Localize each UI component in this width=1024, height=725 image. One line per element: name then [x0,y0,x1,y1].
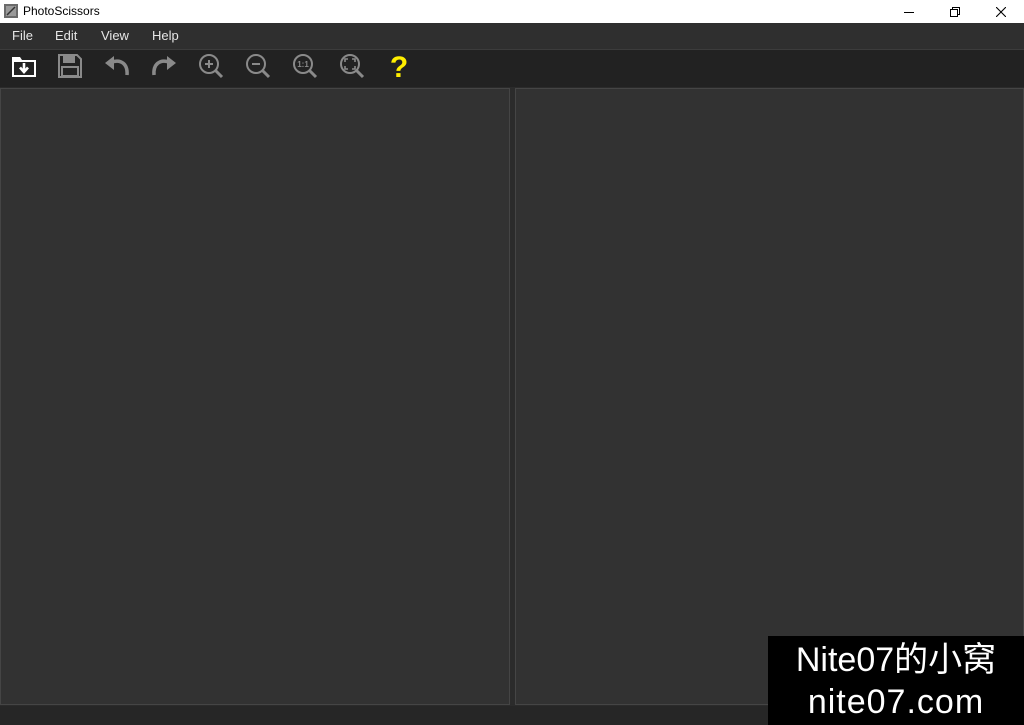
zoom-actual-label: 1:1 [297,60,309,69]
menu-edit[interactable]: Edit [55,28,77,44]
save-icon [58,53,82,83]
zoom-fit-icon [339,53,365,84]
save-button[interactable] [55,53,85,83]
restore-button[interactable] [932,0,978,23]
window-title: PhotoScissors [23,4,100,18]
open-button[interactable] [9,53,39,83]
menu-bar: File Edit View Help [0,23,1024,50]
menu-view[interactable]: View [101,28,129,44]
help-icon: ? [389,51,409,84]
undo-icon [104,55,130,82]
zoom-out-icon [245,53,271,84]
minimize-button[interactable] [886,0,932,23]
source-image-panel[interactable] [0,88,510,705]
redo-button[interactable] [149,53,179,83]
toolbar: 1:1 ? [0,50,1024,87]
help-button[interactable]: ? [384,53,414,83]
zoom-in-icon [198,53,224,84]
zoom-in-button[interactable] [196,53,226,83]
close-button[interactable] [978,0,1024,23]
watermark: Nite07的小窝 nite07.com [768,636,1024,725]
app-icon [4,4,18,18]
zoom-actual-icon: 1:1 [292,53,318,84]
undo-button[interactable] [102,53,132,83]
open-icon [11,54,37,83]
result-image-panel[interactable] [515,88,1024,705]
menu-file[interactable]: File [12,28,33,44]
watermark-line2: nite07.com [807,683,985,721]
redo-icon [151,55,177,82]
zoom-fit-button[interactable] [337,53,367,83]
zoom-out-button[interactable] [243,53,273,83]
zoom-actual-button[interactable]: 1:1 [290,53,320,83]
title-bar: PhotoScissors [0,0,1024,23]
watermark-line1: Nite07的小窝 [795,641,997,679]
menu-help[interactable]: Help [152,28,179,44]
